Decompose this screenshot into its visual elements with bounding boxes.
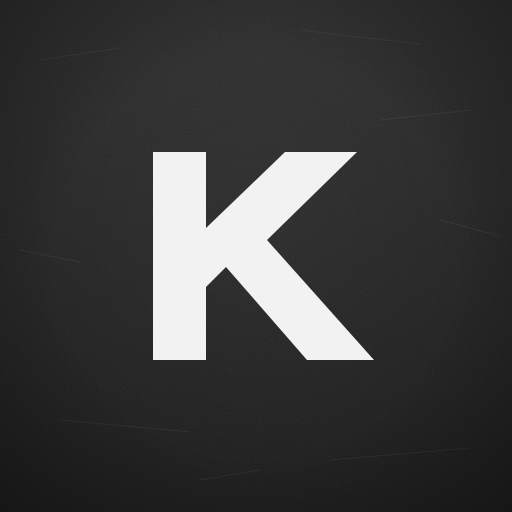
k-letter-mark bbox=[153, 152, 374, 360]
app-icon-tile: K bbox=[0, 0, 512, 512]
